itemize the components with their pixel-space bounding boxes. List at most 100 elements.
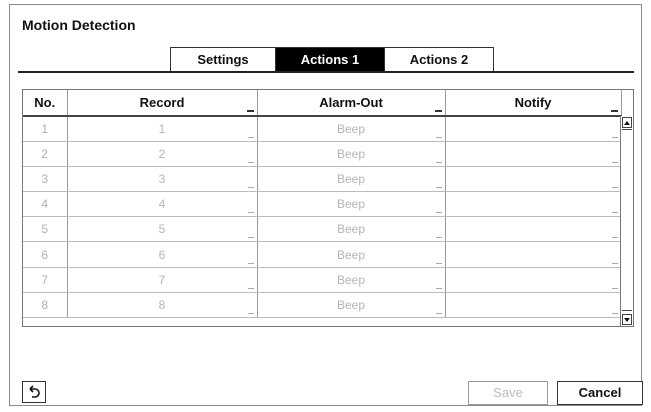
actions-table: No. Record Alarm-Out Notify 1 1 Beep 2 2… <box>22 89 634 327</box>
tab-divider <box>18 71 634 73</box>
table-row: 4 4 Beep <box>23 191 622 218</box>
cell-edit-marker <box>247 161 254 163</box>
alarm-out-value: Beep <box>336 121 366 136</box>
table-row: 8 8 Beep <box>23 292 622 319</box>
cell-edit-marker <box>611 187 618 189</box>
tab-actions-1[interactable]: Actions 1 <box>275 47 385 71</box>
header-edit-marker <box>246 110 254 112</box>
alarm-out-value: Beep <box>336 247 366 262</box>
cell-edit-marker <box>435 262 442 264</box>
alarm-out-value: Beep <box>336 146 366 161</box>
cell-edit-marker <box>611 313 618 314</box>
tab-bar: Settings Actions 1 Actions 2 <box>170 47 494 73</box>
record-cell[interactable]: 4 <box>67 191 258 218</box>
header-alarm-out-label: Alarm-Out <box>319 95 383 110</box>
notify-cell[interactable] <box>445 267 622 293</box>
cell-edit-marker <box>611 287 618 289</box>
header-record[interactable]: Record <box>67 90 258 117</box>
cell-edit-marker <box>435 237 442 239</box>
alarm-out-value: Beep <box>336 197 366 212</box>
scroll-thumb[interactable] <box>622 129 632 311</box>
record-value: 1 <box>158 121 166 136</box>
scroll-down-button[interactable] <box>622 314 632 325</box>
alarm-out-value: Beep <box>336 297 366 312</box>
cell-edit-marker <box>247 313 254 314</box>
notify-cell[interactable] <box>445 216 622 243</box>
header-notify[interactable]: Notify <box>445 90 622 117</box>
cell-edit-marker <box>611 262 618 264</box>
header-notify-label: Notify <box>514 95 552 110</box>
alarm-out-value: Beep <box>336 222 366 237</box>
back-button[interactable] <box>22 381 46 403</box>
notify-cell[interactable] <box>445 141 622 167</box>
record-value: 3 <box>158 171 166 186</box>
record-cell[interactable]: 7 <box>67 267 258 293</box>
row-number: 2 <box>23 141 68 167</box>
record-cell[interactable]: 1 <box>67 116 258 142</box>
row-number: 4 <box>23 191 68 218</box>
row-number: 7 <box>23 267 68 293</box>
record-cell[interactable]: 6 <box>67 241 258 268</box>
notify-cell[interactable] <box>445 116 622 142</box>
row-number: 5 <box>23 216 68 243</box>
header-edit-marker <box>434 110 442 112</box>
cell-edit-marker <box>247 212 254 214</box>
row-number: 8 <box>23 292 68 319</box>
row-number: 3 <box>23 166 68 193</box>
back-arrow-icon <box>29 385 40 398</box>
scroll-up-button[interactable] <box>622 117 632 128</box>
record-value: 6 <box>158 247 166 262</box>
record-value: 8 <box>158 297 166 312</box>
arrow-up-icon <box>624 120 630 125</box>
dialog-title: Motion Detection <box>22 17 136 33</box>
record-cell[interactable]: 2 <box>67 141 258 167</box>
alarm-out-cell[interactable]: Beep <box>257 267 446 293</box>
alarm-out-cell[interactable]: Beep <box>257 116 446 142</box>
header-alarm-out[interactable]: Alarm-Out <box>257 90 446 117</box>
record-cell[interactable]: 3 <box>67 166 258 193</box>
notify-cell[interactable] <box>445 241 622 268</box>
cell-edit-marker <box>247 187 254 189</box>
alarm-out-value: Beep <box>336 171 366 186</box>
alarm-out-cell[interactable]: Beep <box>257 166 446 193</box>
alarm-out-cell[interactable]: Beep <box>257 191 446 218</box>
table-row: 6 6 Beep <box>23 241 622 268</box>
notify-cell[interactable] <box>445 166 622 193</box>
cell-edit-marker <box>435 313 442 314</box>
cell-edit-marker <box>247 287 254 289</box>
cancel-button[interactable]: Cancel <box>557 381 643 405</box>
record-cell[interactable]: 5 <box>67 216 258 243</box>
cell-edit-marker <box>611 237 618 239</box>
header-no: No. <box>23 90 68 117</box>
notify-cell[interactable] <box>445 191 622 218</box>
record-value: 4 <box>158 197 166 212</box>
table-row: 7 7 Beep <box>23 267 622 293</box>
record-value: 7 <box>158 272 166 287</box>
cell-edit-marker <box>611 161 618 163</box>
cell-edit-marker <box>611 136 618 138</box>
table-row: 5 5 Beep <box>23 216 622 243</box>
table-scrollbar[interactable] <box>620 116 632 326</box>
arrow-down-icon <box>624 317 630 322</box>
alarm-out-value: Beep <box>336 272 366 287</box>
cell-edit-marker <box>435 212 442 214</box>
cell-edit-marker <box>435 287 442 289</box>
header-record-label: Record <box>139 95 185 110</box>
record-cell[interactable]: 8 <box>67 292 258 319</box>
record-value: 2 <box>158 146 166 161</box>
cell-edit-marker <box>435 161 442 163</box>
notify-cell[interactable] <box>445 292 622 319</box>
alarm-out-cell[interactable]: Beep <box>257 216 446 243</box>
tab-settings[interactable]: Settings <box>170 47 276 71</box>
row-number: 6 <box>23 241 68 268</box>
table-row: 2 2 Beep <box>23 141 622 167</box>
alarm-out-cell[interactable]: Beep <box>257 141 446 167</box>
tab-actions-2[interactable]: Actions 2 <box>384 47 494 71</box>
cell-edit-marker <box>247 237 254 239</box>
header-no-label: No. <box>34 95 56 110</box>
cell-edit-marker <box>247 136 254 138</box>
alarm-out-cell[interactable]: Beep <box>257 241 446 268</box>
record-value: 5 <box>158 222 166 237</box>
save-button[interactable]: Save <box>468 381 548 405</box>
alarm-out-cell[interactable]: Beep <box>257 292 446 319</box>
